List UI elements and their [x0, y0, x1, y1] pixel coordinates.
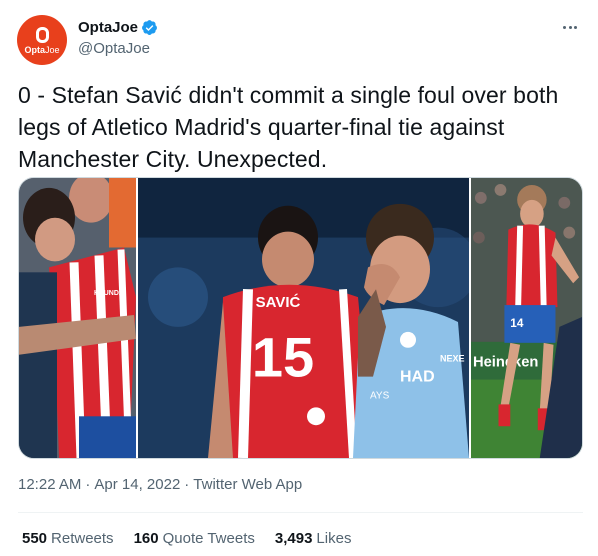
photo-1-illustration: HYUNDAI — [19, 178, 136, 458]
more-options-icon[interactable] — [560, 17, 580, 37]
tweet-stats: 550 Retweets 160 Quote Tweets 3,493 Likes — [22, 530, 371, 547]
media-photo-2[interactable]: SAVIĆ 15 HAD AYS NEXE — [138, 178, 469, 458]
media-photo-3[interactable]: Heineken 14 — [471, 178, 582, 458]
verified-badge-icon — [142, 20, 157, 35]
hyundai-sponsor-text: HYUNDAI — [94, 290, 126, 297]
opta-logo-icon — [35, 27, 49, 43]
quote-tweets-label: Quote Tweets — [162, 530, 255, 547]
tweet-text: 0 - Stefan Savić didn't commit a single … — [18, 82, 559, 172]
media-photo-1[interactable]: HYUNDAI — [19, 178, 136, 458]
quote-tweets-count: 160 — [133, 530, 159, 547]
handle[interactable]: @OptaJoe — [78, 40, 158, 57]
avatar[interactable]: OptaJoe — [17, 15, 67, 65]
sponsor-text-1: HAD — [400, 369, 435, 386]
likes-label: Likes — [316, 530, 352, 547]
photo-2-illustration: SAVIĆ 15 HAD AYS NEXE — [138, 178, 469, 458]
quote-tweets-stat[interactable]: 160 Quote Tweets — [134, 530, 255, 547]
avatar-text: OptaJoe — [24, 45, 60, 55]
likes-stat[interactable]: 3,493 Likes — [275, 530, 352, 547]
player-name-text: SAVIĆ — [256, 293, 301, 311]
sponsor-text-2: AYS — [370, 390, 390, 401]
divider — [18, 512, 583, 513]
tweet-date[interactable]: Apr 14, 2022 — [94, 476, 180, 493]
player-14-number-text: 14 — [510, 316, 524, 330]
retweets-stat[interactable]: 550 Retweets — [22, 530, 114, 547]
tweet-time[interactable]: 12:22 AM — [18, 476, 81, 493]
display-name[interactable]: OptaJoe — [78, 19, 138, 36]
board-text: NEXE — [440, 354, 464, 364]
tweet: OptaJoe OptaJoe @OptaJoe 0 - Stefan Savi… — [0, 0, 598, 556]
tweet-timestamp[interactable]: 12:22 AM · Apr 14, 2022 · Twitter Web App — [18, 476, 302, 493]
player-number-text: 15 — [252, 326, 314, 389]
tweet-source[interactable]: Twitter Web App — [193, 476, 302, 493]
photo-3-illustration: Heineken 14 — [471, 178, 582, 458]
retweets-label: Retweets — [51, 530, 114, 547]
heineken-board-text: Heineken — [473, 355, 538, 371]
author-names: OptaJoe @OptaJoe — [78, 17, 158, 57]
retweets-count: 550 — [22, 530, 48, 547]
tweet-media[interactable]: HYUNDAI SAVIĆ 15 HAD AYS NEXE Heineken 1… — [18, 177, 583, 459]
likes-count: 3,493 — [274, 530, 313, 547]
